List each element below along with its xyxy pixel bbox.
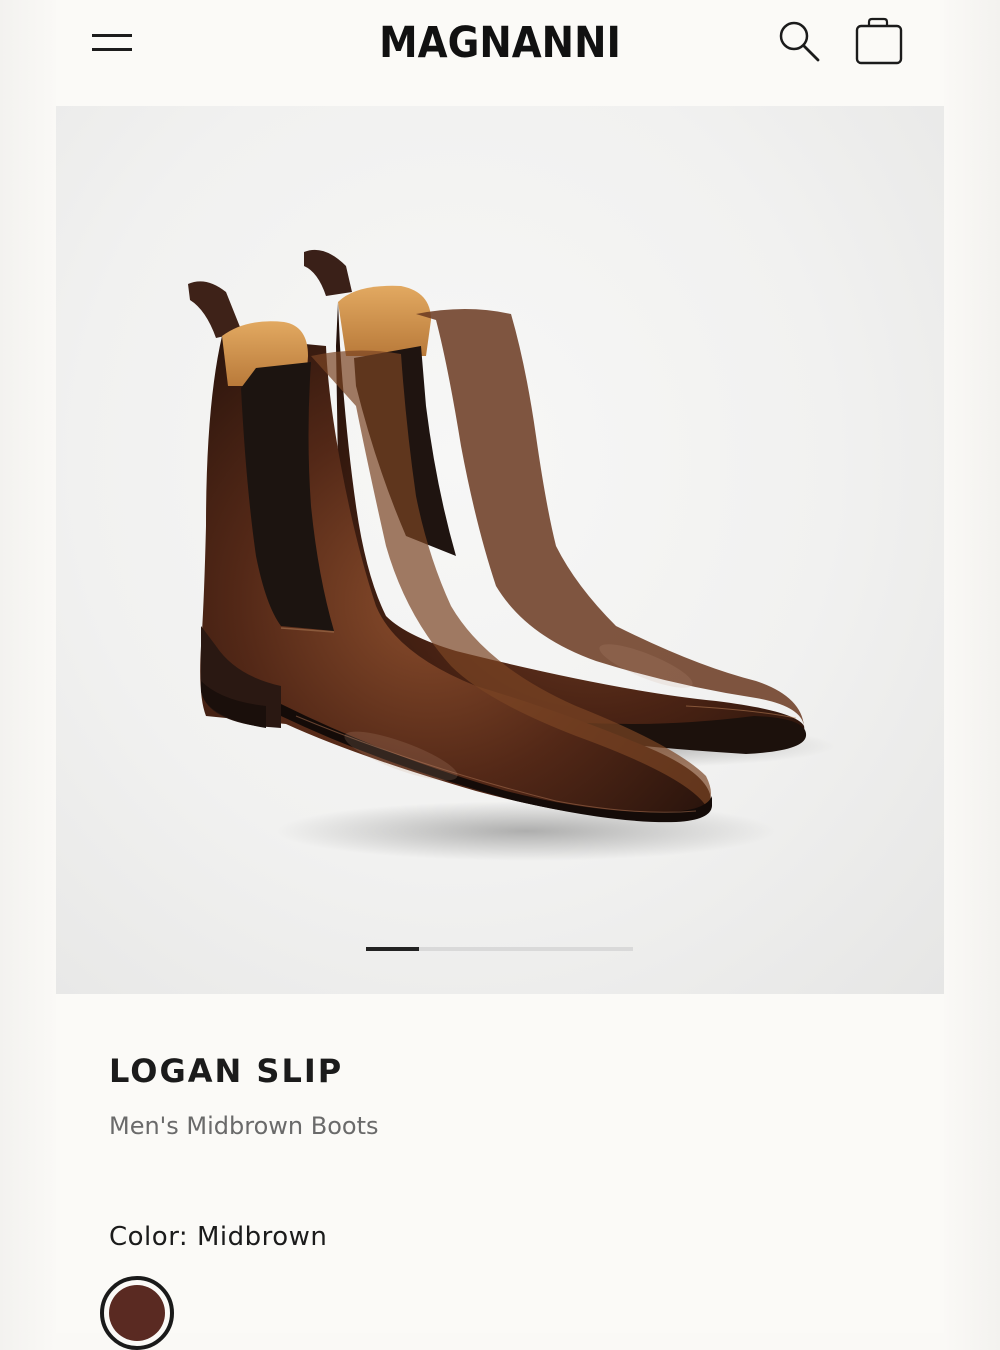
product-image [188, 249, 836, 861]
product-image-gallery[interactable] [56, 106, 944, 994]
site-header: MAGNANNI [56, 0, 944, 106]
color-label: Color: Midbrown [109, 1222, 328, 1252]
search-icon[interactable] [776, 18, 828, 68]
gallery-pagination[interactable] [366, 947, 633, 951]
product-page: MAGNANNI LOGAN SLIP Men's Midbrown Boots… [56, 0, 944, 1350]
product-subtitle: Men's Midbrown Boots [109, 1112, 379, 1140]
gallery-pagination-active [366, 947, 420, 951]
shopping-bag-icon[interactable] [852, 16, 904, 68]
color-swatch-midbrown[interactable] [100, 1276, 174, 1350]
product-name: LOGAN SLIP [109, 1052, 344, 1090]
